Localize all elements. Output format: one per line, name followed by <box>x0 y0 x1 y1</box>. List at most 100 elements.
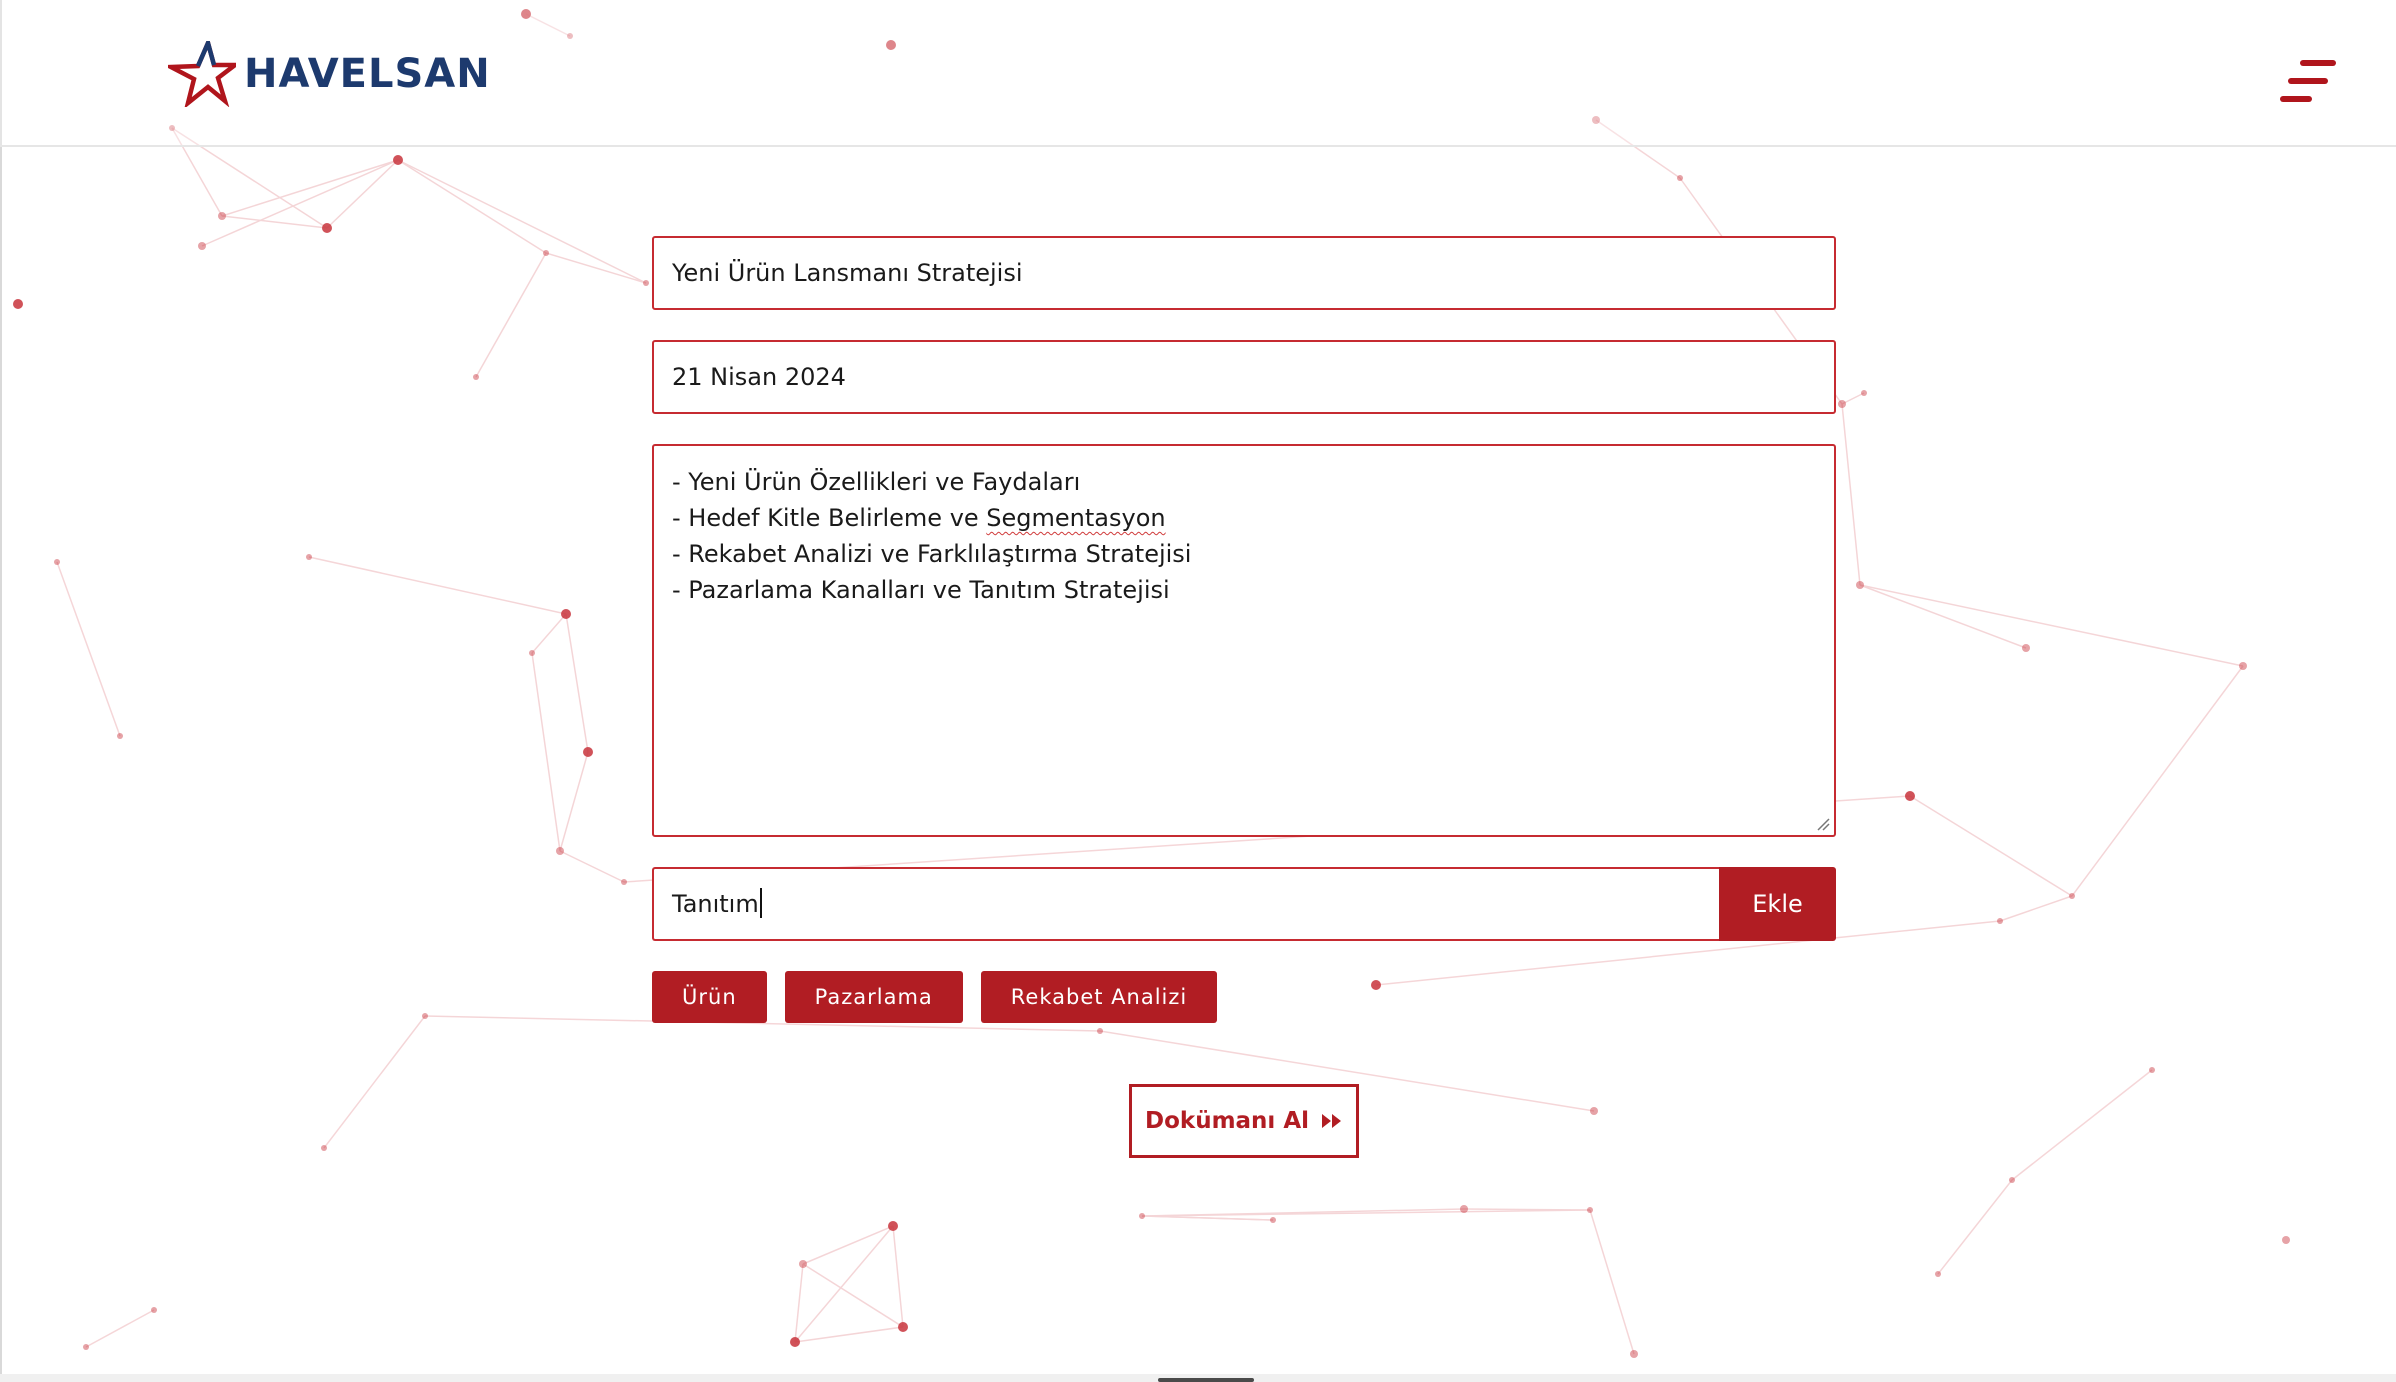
network-line <box>397 159 547 254</box>
network-line <box>794 1326 904 1343</box>
scroll-handle[interactable] <box>1158 1378 1254 1382</box>
network-line <box>794 1225 894 1343</box>
get-document-label: Dokümanı Al <box>1145 1108 1309 1134</box>
network-dot <box>1935 1271 1941 1277</box>
network-line <box>565 613 589 753</box>
network-line <box>1859 584 2027 649</box>
meeting-title-input[interactable]: Yeni Ürün Lansmanı Stratejisi <box>652 236 1836 310</box>
network-dot <box>1371 980 1381 990</box>
network-line <box>559 850 625 883</box>
meeting-date-value: 21 Nisan 2024 <box>672 363 846 391</box>
network-dot <box>888 1221 898 1231</box>
network-dot <box>543 250 549 256</box>
network-dot <box>621 879 627 885</box>
network-dot <box>83 1344 89 1350</box>
network-dot <box>529 650 535 656</box>
network-line <box>221 159 399 217</box>
network-dot <box>117 733 123 739</box>
havelsan-star-logo-icon <box>168 41 236 107</box>
network-line <box>545 252 647 284</box>
network-dot <box>198 242 206 250</box>
network-dot <box>1997 918 2003 924</box>
network-line <box>531 613 567 654</box>
network-dot <box>556 847 564 855</box>
tag-entry-row: Tanıtım Ekle <box>652 867 1836 941</box>
network-line <box>1841 403 1861 586</box>
network-line <box>221 215 328 229</box>
network-line <box>1141 1209 1591 1217</box>
hamburger-menu-icon[interactable] <box>2276 54 2338 108</box>
network-line <box>2011 1069 2153 1181</box>
network-dot <box>790 1337 800 1347</box>
meeting-date-input[interactable]: 21 Nisan 2024 <box>652 340 1836 414</box>
network-line <box>802 1263 904 1328</box>
network-line <box>1859 584 2244 667</box>
page: HAVELSAN Yeni Ürün Lansmanı Stratejisi 2… <box>0 0 2396 1382</box>
network-dot <box>1677 175 1683 181</box>
network-dot <box>561 609 571 619</box>
network-dot <box>322 223 332 233</box>
network-line <box>1841 392 1865 405</box>
network-dot <box>2069 893 2075 899</box>
network-line <box>794 1263 804 1343</box>
network-line <box>1589 1209 1635 1355</box>
network-line <box>308 556 567 615</box>
network-line <box>892 1225 904 1328</box>
tag-input[interactable]: Tanıtım <box>652 867 1719 941</box>
network-line <box>1463 1208 1591 1211</box>
agenda-line: - Rekabet Analizi ve Farklılaştırma Stra… <box>672 540 1192 568</box>
network-line <box>2071 665 2244 897</box>
tag-list: Ürün Pazarlama Rekabet Analizi <box>652 971 1218 1023</box>
agenda-line: - Pazarlama Kanalları ve Tanıtım Stratej… <box>672 576 1170 604</box>
network-line <box>475 252 547 378</box>
text-caret <box>759 888 762 918</box>
agenda-line: - Yeni Ürün Özellikleri ve Faydaları <box>672 468 1081 496</box>
network-dot <box>2282 1236 2290 1244</box>
network-dot <box>799 1260 807 1268</box>
network-dot <box>151 1307 157 1313</box>
tag-chip[interactable]: Ürün <box>652 971 767 1023</box>
network-dot <box>1270 1217 1276 1223</box>
add-tag-button[interactable]: Ekle <box>1719 867 1836 941</box>
network-dot <box>2149 1067 2155 1073</box>
fast-forward-icon <box>1322 1114 1341 1128</box>
get-document-button[interactable]: Dokümanı Al <box>1129 1084 1359 1158</box>
tag-chip[interactable]: Pazarlama <box>784 971 963 1023</box>
network-line <box>397 159 647 284</box>
network-line <box>802 1225 894 1265</box>
network-line <box>56 561 121 737</box>
header: HAVELSAN <box>0 0 2396 147</box>
network-dot <box>898 1322 908 1332</box>
network-dot <box>2009 1177 2015 1183</box>
network-dot <box>583 747 593 757</box>
network-line <box>85 1309 155 1348</box>
network-dot <box>218 212 226 220</box>
havelsan-logo[interactable]: HAVELSAN <box>168 38 491 110</box>
brand-name: HAVELSAN <box>244 51 491 97</box>
network-dot <box>1460 1205 1468 1213</box>
resize-grip-icon[interactable] <box>1816 817 1830 831</box>
network-dot <box>1861 390 1867 396</box>
network-dot <box>1590 1107 1598 1115</box>
network-dot <box>643 280 649 286</box>
network-line <box>1141 1215 1274 1221</box>
tag-chip[interactable]: Rekabet Analizi <box>980 971 1218 1023</box>
network-line <box>323 1015 426 1149</box>
network-line <box>201 159 399 247</box>
network-dot <box>1630 1350 1638 1358</box>
network-line <box>531 652 561 852</box>
tag-input-value: Tanıtım <box>672 890 759 918</box>
network-dot <box>1139 1213 1145 1219</box>
bottom-bar <box>0 1374 2396 1382</box>
network-dot <box>422 1013 428 1019</box>
network-dot <box>393 155 403 165</box>
network-dot <box>1838 400 1846 408</box>
network-line <box>1999 895 2073 922</box>
network-line <box>559 751 589 852</box>
network-dot <box>321 1145 327 1151</box>
network-dot <box>1905 791 1915 801</box>
network-dot <box>473 374 479 380</box>
meeting-title-value: Yeni Ürün Lansmanı Stratejisi <box>672 259 1023 287</box>
network-dot <box>1856 581 1864 589</box>
agenda-textarea[interactable]: - Yeni Ürün Özellikleri ve Faydaları - H… <box>652 444 1836 837</box>
